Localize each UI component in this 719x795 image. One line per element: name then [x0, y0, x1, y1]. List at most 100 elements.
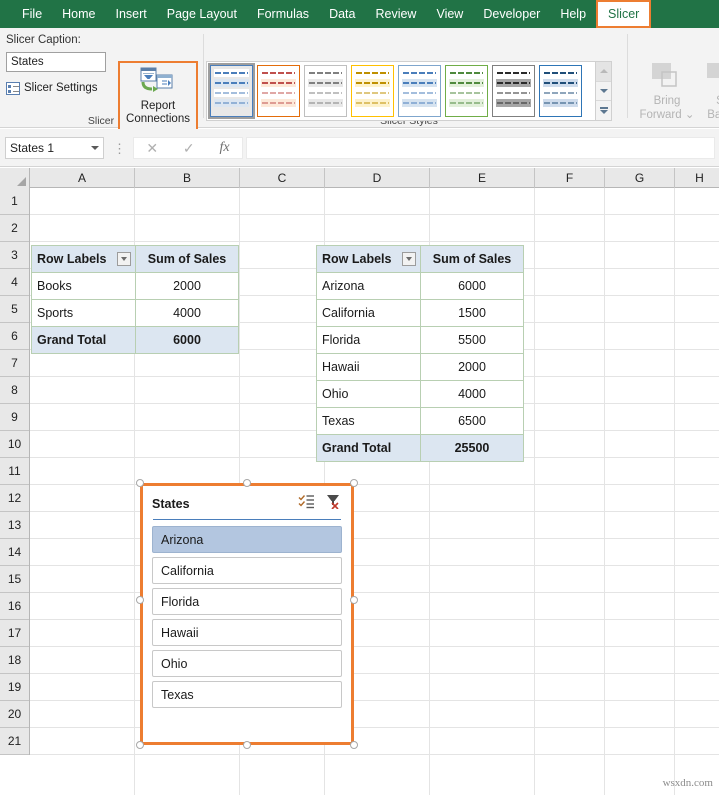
insert-function-icon[interactable]: fx	[219, 140, 229, 156]
tab-review[interactable]: Review	[365, 0, 426, 28]
gallery-style-yellow[interactable]	[351, 65, 394, 117]
filter-caret-icon	[406, 257, 412, 261]
row-header-19[interactable]: 19	[0, 674, 29, 701]
ribbon-body: Slicer Caption: Slicer Settings	[0, 28, 719, 139]
slicer-item-texas[interactable]: Texas	[152, 681, 342, 708]
gallery-scroll-down-button[interactable]	[596, 81, 611, 102]
slicer-item-ohio[interactable]: Ohio	[152, 650, 342, 677]
select-all-corner[interactable]	[0, 168, 30, 188]
gallery-style-blue-selected[interactable]	[208, 63, 255, 119]
name-box[interactable]: States 1	[5, 137, 104, 159]
row-header-1[interactable]: 1	[0, 188, 29, 215]
row-header-6[interactable]: 6	[0, 323, 29, 350]
row-header-21[interactable]: 21	[0, 728, 29, 755]
slicer-item-florida[interactable]: Florida	[152, 588, 342, 615]
ribbon-separator-2	[627, 34, 628, 118]
chevron-down-icon	[599, 89, 608, 93]
pivot1-total-value: 6000	[135, 326, 239, 354]
row-header-9[interactable]: 9	[0, 404, 29, 431]
tab-developer[interactable]: Developer	[473, 0, 550, 28]
row-header-14[interactable]: 14	[0, 539, 29, 566]
pivot2-row-value-0: 6000	[420, 272, 524, 300]
gallery-style-green[interactable]	[445, 65, 488, 117]
style-thumb-row	[261, 99, 296, 107]
column-header-f[interactable]: F	[535, 168, 605, 188]
column-header-c[interactable]: C	[240, 168, 325, 188]
send-backward-button[interactable]: S Back	[700, 62, 719, 122]
slicer-caption-input[interactable]	[6, 52, 106, 72]
column-header-a[interactable]: A	[30, 168, 135, 188]
clear-filter-icon[interactable]	[325, 494, 342, 514]
slicer-item-california[interactable]: California	[152, 557, 342, 584]
multi-select-icon[interactable]	[298, 494, 315, 514]
column-header-h[interactable]: H	[675, 168, 719, 188]
style-thumb-row	[261, 89, 296, 97]
row-header-2[interactable]: 2	[0, 215, 29, 242]
pivot2-header-rowlabels[interactable]: Row Labels	[316, 245, 421, 273]
row-header-20[interactable]: 20	[0, 701, 29, 728]
slicer-item-hawaii[interactable]: Hawaii	[152, 619, 342, 646]
row-header-17[interactable]: 17	[0, 620, 29, 647]
gallery-style-orange[interactable]	[257, 65, 300, 117]
row-header-7[interactable]: 7	[0, 350, 29, 377]
tab-home[interactable]: Home	[52, 0, 105, 28]
resize-handle-e[interactable]	[350, 596, 358, 604]
gallery-style-gray[interactable]	[304, 65, 347, 117]
pivot2-filter-button[interactable]	[402, 252, 416, 266]
tab-help[interactable]: Help	[550, 0, 596, 28]
row-header-8[interactable]: 8	[0, 377, 29, 404]
states-slicer[interactable]: States Arizona California Florida Hawaii…	[140, 483, 354, 745]
tab-data[interactable]: Data	[319, 0, 365, 28]
bring-forward-dropdown-icon[interactable]: ⌄	[685, 109, 695, 121]
gallery-scroll-up-button[interactable]	[596, 62, 611, 82]
row-header-4[interactable]: 4	[0, 269, 29, 296]
row-header-16[interactable]: 16	[0, 593, 29, 620]
row-header-18[interactable]: 18	[0, 647, 29, 674]
name-box-dropdown-icon[interactable]	[91, 146, 99, 150]
gallery-scroll-buttons[interactable]	[596, 61, 612, 121]
tab-file[interactable]: File	[12, 0, 52, 28]
tab-formulas[interactable]: Formulas	[247, 0, 319, 28]
resize-handle-se[interactable]	[350, 741, 358, 749]
pivot1-header-rowlabels[interactable]: Row Labels	[31, 245, 136, 273]
pivot1-filter-button[interactable]	[117, 252, 131, 266]
style-thumb-dash	[309, 102, 342, 104]
gallery-style-lightblue[interactable]	[398, 65, 441, 117]
row-header-13[interactable]: 13	[0, 512, 29, 539]
resize-handle-n[interactable]	[243, 479, 251, 487]
resize-handle-sw[interactable]	[136, 741, 144, 749]
resize-handle-nw[interactable]	[136, 479, 144, 487]
row-header-15[interactable]: 15	[0, 566, 29, 593]
pivot-table-states[interactable]: Row Labels Sum of Sales Arizona 6000 Cal…	[316, 245, 524, 462]
tab-page-layout[interactable]: Page Layout	[157, 0, 247, 28]
formula-input[interactable]	[246, 137, 715, 159]
row-header-3[interactable]: 3	[0, 242, 29, 269]
resize-handle-w[interactable]	[136, 596, 144, 604]
tab-view[interactable]: View	[426, 0, 473, 28]
cancel-formula-icon[interactable]: ✕	[146, 140, 158, 157]
slicer-settings-button[interactable]: Slicer Settings	[6, 78, 98, 98]
gallery-more-button[interactable]	[596, 101, 611, 121]
column-headers: ABCDEFGH	[0, 168, 719, 188]
confirm-formula-icon[interactable]: ✓	[183, 140, 195, 157]
slicer-item-arizona[interactable]: Arizona	[152, 526, 342, 553]
row-header-11[interactable]: 11	[0, 458, 29, 485]
bring-forward-button[interactable]: Bring Forward ⌄	[638, 62, 696, 122]
resize-handle-s[interactable]	[243, 741, 251, 749]
row-header-12[interactable]: 12	[0, 485, 29, 512]
gallery-style-blue2[interactable]	[539, 65, 582, 117]
column-header-e[interactable]: E	[430, 168, 535, 188]
gallery-style-darkgray[interactable]	[492, 65, 535, 117]
name-box-value: States 1	[10, 141, 55, 155]
row-header-10[interactable]: 10	[0, 431, 29, 458]
column-header-b[interactable]: B	[135, 168, 240, 188]
resize-handle-ne[interactable]	[350, 479, 358, 487]
pivot-table-category[interactable]: Row Labels Sum of Sales Books 2000 Sport…	[31, 245, 239, 354]
report-connections-button[interactable]: Report Connections	[118, 61, 198, 139]
row-header-5[interactable]: 5	[0, 296, 29, 323]
tab-insert[interactable]: Insert	[106, 0, 157, 28]
column-header-d[interactable]: D	[325, 168, 430, 188]
column-header-g[interactable]: G	[605, 168, 675, 188]
tab-slicer[interactable]: Slicer	[596, 0, 652, 28]
slicer-styles-gallery[interactable]	[206, 61, 596, 121]
